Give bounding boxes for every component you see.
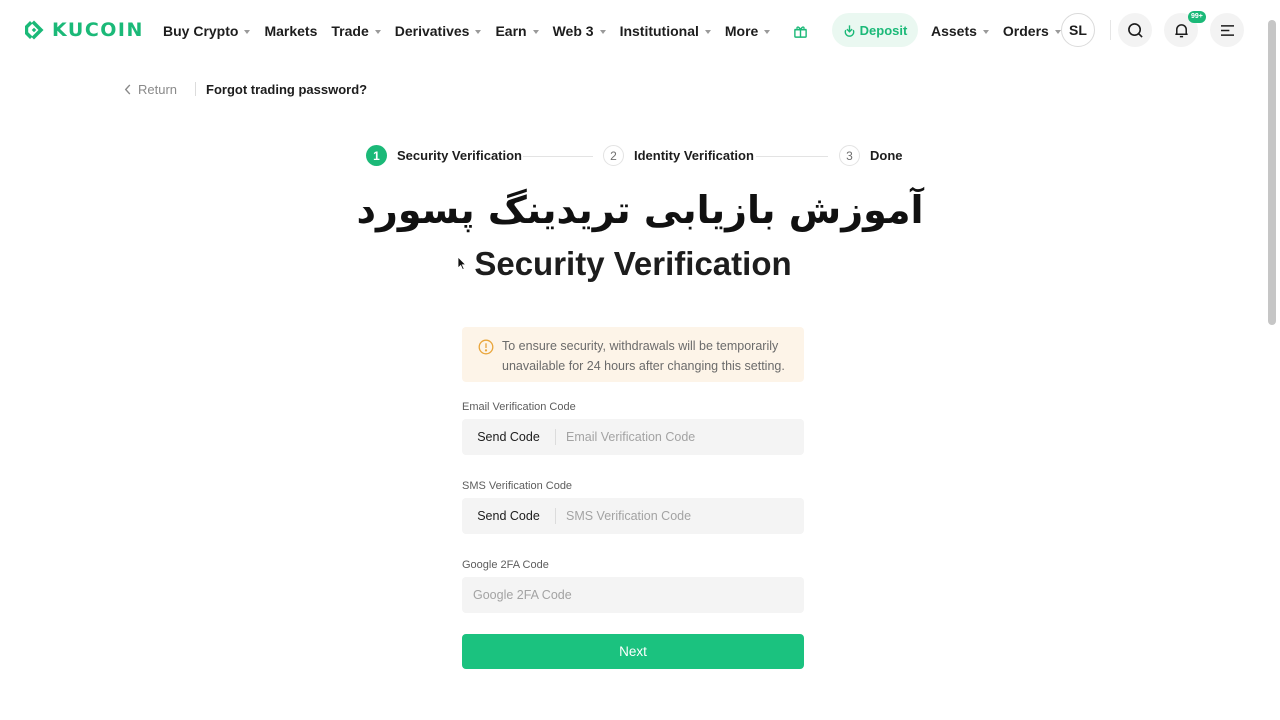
email-code-input[interactable]: [556, 419, 804, 455]
chevron-down-icon: [244, 30, 251, 34]
kucoin-wordmark: KUCOIN: [52, 19, 144, 41]
search-button[interactable]: [1118, 13, 1152, 47]
chevron-down-icon: [982, 30, 989, 34]
top-navigation-bar: KUCOIN Buy Crypto Markets Trade Derivati…: [0, 0, 1280, 62]
breadcrumb-title: Forgot trading password?: [206, 81, 368, 97]
kucoin-logo[interactable]: KUCOIN: [22, 18, 144, 42]
chevron-down-icon: [599, 30, 606, 34]
email-code-label: Email Verification Code: [462, 401, 576, 413]
nav-more-label: More: [724, 23, 759, 39]
step-identity-verification: 2 Identity Verification: [603, 145, 754, 166]
sms-code-input[interactable]: [556, 498, 804, 534]
nav-earn-label: Earn: [495, 23, 527, 39]
nav-web3-label: Web 3: [552, 23, 594, 39]
step-label: Done: [870, 148, 903, 163]
step-number: 2: [603, 145, 624, 166]
progress-stepper: 1 Security Verification 2 Identity Verif…: [366, 145, 906, 167]
menu-button[interactable]: [1210, 13, 1244, 47]
nav-web3[interactable]: Web 3: [553, 23, 606, 39]
user-avatar[interactable]: SL: [1061, 13, 1095, 47]
nav-trade-label: Trade: [331, 23, 369, 39]
nav-earn[interactable]: Earn: [495, 23, 539, 39]
page-title: Security Verification: [474, 245, 792, 282]
bell-icon: [1174, 23, 1188, 37]
nav-orders[interactable]: Orders: [1003, 23, 1061, 39]
nav-assets[interactable]: Assets: [931, 23, 989, 39]
nav-markets-label: Markets: [264, 23, 318, 39]
chevron-left-icon: [124, 83, 131, 95]
kucoin-logo-icon: [25, 20, 44, 40]
return-label: Return: [138, 81, 178, 97]
step-label: Identity Verification: [634, 148, 754, 163]
nav-trade[interactable]: Trade: [331, 23, 381, 39]
sms-code-field: Send Code: [462, 498, 804, 534]
security-notice: To ensure security, withdrawals will be …: [462, 327, 804, 382]
chevron-down-icon: [764, 30, 771, 34]
chevron-down-icon: [374, 30, 381, 34]
return-link[interactable]: Return: [124, 82, 177, 97]
search-icon: [1127, 22, 1143, 38]
email-send-code-button[interactable]: Send Code: [462, 419, 555, 455]
nav-institutional[interactable]: Institutional: [620, 23, 711, 39]
email-code-field: Send Code: [462, 419, 804, 455]
page-scrollbar[interactable]: [1268, 20, 1276, 325]
sms-send-code-button[interactable]: Send Code: [462, 498, 555, 534]
sms-code-label: SMS Verification Code: [462, 480, 573, 492]
step-number: 3: [839, 145, 860, 166]
next-button[interactable]: Next: [462, 634, 804, 669]
chevron-down-icon: [704, 30, 711, 34]
step-connector: [523, 156, 593, 157]
step-security-verification: 1 Security Verification: [366, 145, 522, 166]
overlay-title: آموزش بازیابی تریدینگ پسورد: [356, 188, 924, 232]
chevron-down-icon: [532, 30, 539, 34]
nav-buy-crypto-label: Buy Crypto: [163, 23, 239, 39]
nav-derivatives[interactable]: Derivatives: [395, 23, 482, 39]
breadcrumb: Return Forgot trading password?: [124, 80, 367, 98]
breadcrumb-divider: [195, 82, 197, 96]
deposit-icon: [844, 24, 855, 37]
google-2fa-label: Google 2FA Code: [462, 559, 549, 571]
gift-icon[interactable]: [790, 21, 810, 41]
nav-assets-label: Assets: [931, 23, 977, 39]
chevron-down-icon: [475, 30, 482, 34]
step-label: Security Verification: [397, 148, 522, 163]
nav-institutional-label: Institutional: [619, 23, 699, 39]
chevron-down-icon: [1054, 30, 1061, 34]
deposit-label: Deposit: [859, 22, 908, 38]
step-connector: [756, 156, 828, 157]
step-number: 1: [366, 145, 387, 166]
nav-orders-label: Orders: [1002, 23, 1049, 39]
google-2fa-input[interactable]: [462, 577, 804, 613]
nav-more[interactable]: More: [724, 23, 771, 39]
notification-badge: 99+: [1188, 11, 1206, 23]
header-divider: [1110, 20, 1111, 40]
menu-icon: [1220, 24, 1234, 36]
main-nav: Buy Crypto Markets Trade Derivatives Ear…: [163, 0, 810, 62]
nav-buy-crypto[interactable]: Buy Crypto: [163, 23, 251, 39]
mouse-cursor-icon: [457, 256, 467, 271]
account-nav: Assets Orders: [931, 0, 1075, 62]
nav-derivatives-label: Derivatives: [394, 23, 470, 39]
nav-markets[interactable]: Markets: [264, 23, 317, 39]
step-done: 3 Done: [839, 145, 903, 166]
google-2fa-field: [462, 577, 804, 613]
notice-text: To ensure security, withdrawals will be …: [502, 339, 785, 373]
deposit-button[interactable]: Deposit: [832, 13, 918, 47]
warning-icon: [478, 339, 494, 355]
